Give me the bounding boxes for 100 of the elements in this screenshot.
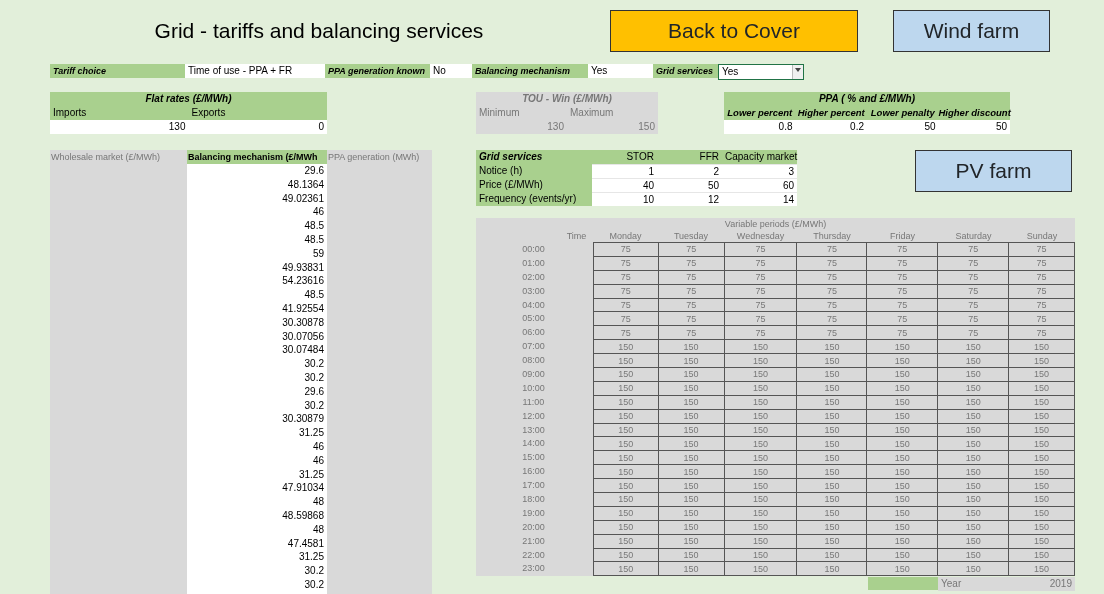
table-cell: 150 xyxy=(724,450,797,465)
row-label: 03:00 xyxy=(521,284,546,298)
nav-button[interactable]: Back to Cover xyxy=(610,10,858,52)
table-cell: 75 xyxy=(724,311,797,326)
table-cell-text: 50 xyxy=(923,120,937,134)
table-cell: 150 xyxy=(866,520,938,535)
table-cell: 150 xyxy=(1008,548,1075,562)
column-header: Wednesday xyxy=(735,230,786,242)
row-label: 04:00 xyxy=(521,298,546,312)
setting-value[interactable]: Time of use - PPA + FR xyxy=(185,64,325,78)
table-cell-text: 50 xyxy=(994,120,1008,134)
table-cell-text: 29.6 xyxy=(303,384,325,399)
table-cell: 150 xyxy=(796,506,867,521)
table-cell: 150 xyxy=(796,353,867,368)
table-cell: 150 xyxy=(796,409,867,424)
table-cell: 75 xyxy=(658,298,725,312)
table-cell: 75 xyxy=(796,284,867,299)
dropdown-field[interactable]: Yes xyxy=(718,64,804,80)
table-cell: 75 xyxy=(796,270,867,285)
row-label: 02:00 xyxy=(521,270,546,284)
table-cell: 14 xyxy=(722,192,797,206)
table-cell: 150 xyxy=(658,339,725,354)
table-title: Variable periods (£/MWh) xyxy=(723,218,828,230)
table-cell-text: 59 xyxy=(311,246,325,261)
table-cell: 150 xyxy=(937,423,1009,437)
table-cell: 150 xyxy=(866,464,938,479)
table-cell: 75 xyxy=(866,242,938,257)
table-cell: 150 xyxy=(1008,492,1075,507)
table-cell: 150 xyxy=(593,423,659,437)
table-cell: 150 xyxy=(796,492,867,507)
table-cell: 150 xyxy=(593,562,659,576)
table-cell: 75 xyxy=(724,242,797,257)
table-cell: 150 xyxy=(593,395,659,410)
table-cell: 150 xyxy=(937,478,1009,493)
table-cell: 150 xyxy=(796,464,867,479)
table-cell-text: 30.07484 xyxy=(281,343,325,358)
column-header: Imports xyxy=(52,106,88,120)
column-header: Saturday xyxy=(954,230,993,242)
table-cell: 150 xyxy=(724,339,797,354)
row-label: 07:00 xyxy=(521,340,546,354)
table-cell-text: 31.25 xyxy=(297,467,325,482)
table-cell: 75 xyxy=(937,311,1009,326)
table-cell: 150 xyxy=(796,450,867,465)
column-header: Maximum xyxy=(569,106,615,120)
table-cell: 150 xyxy=(658,506,725,521)
table-cell: 75 xyxy=(724,298,797,312)
table-cell-text: 130 xyxy=(546,120,565,134)
table-cell: 150 xyxy=(937,464,1009,479)
row-label: 12:00 xyxy=(521,409,546,423)
table-cell: 150 xyxy=(724,464,797,479)
table-cell-text: 47.91034 xyxy=(281,481,325,496)
table-cell: 150 xyxy=(796,381,867,396)
table-cell: 150 xyxy=(724,353,797,368)
table-cell-text: 30.2 xyxy=(303,577,325,592)
table-cell: 150 xyxy=(866,506,938,521)
table-cell: 150 xyxy=(658,520,725,535)
row-label: Price (£/MWh) xyxy=(476,178,592,192)
year-label: Year xyxy=(940,577,963,592)
table-cell: 150 xyxy=(658,562,725,576)
table-cell-text: 49.93831 xyxy=(281,260,325,275)
table-cell: 150 xyxy=(937,534,1009,549)
column-header: Thursday xyxy=(812,230,852,242)
table-cell: 150 xyxy=(866,395,938,410)
table-cell: 150 xyxy=(866,381,938,396)
column-header: Higher discount xyxy=(938,106,1010,120)
table-cell: 150 xyxy=(658,436,725,451)
table-cell-text: 30.30878 xyxy=(281,315,325,330)
table-cell: 150 xyxy=(1008,534,1075,549)
setting-value[interactable]: No xyxy=(430,64,472,78)
table-cell: 75 xyxy=(1008,298,1075,312)
page-title: Grid - tariffs and balancing services xyxy=(153,18,485,45)
row-label: 23:00 xyxy=(521,562,546,576)
table-cell: 150 xyxy=(1008,381,1075,396)
table-cell: 75 xyxy=(658,242,725,257)
table-cell: 150 xyxy=(1008,395,1075,410)
row-label: 15:00 xyxy=(521,451,546,465)
table-cell: 75 xyxy=(1008,284,1075,299)
table-cell: 150 xyxy=(593,339,659,354)
column-header: Sunday xyxy=(1025,230,1059,242)
row-label: 13:00 xyxy=(521,423,546,437)
table-cell-text: 30.30879 xyxy=(281,412,325,427)
nav-button[interactable]: Wind farm xyxy=(893,10,1050,52)
table-cell: 150 xyxy=(593,534,659,549)
table-cell: 150 xyxy=(724,436,797,451)
table-cell: 75 xyxy=(724,270,797,285)
table-cell: 150 xyxy=(796,478,867,493)
table-cell: 150 xyxy=(593,506,659,521)
row-label: 10:00 xyxy=(521,381,546,395)
table-cell: 150 xyxy=(593,520,659,535)
table-cell: 150 xyxy=(1008,409,1075,424)
setting-value[interactable]: Yes xyxy=(588,64,653,78)
table-cell: 150 xyxy=(866,423,938,437)
row-label: 22:00 xyxy=(521,548,546,562)
table-cell-text: 30.2 xyxy=(303,564,325,578)
table-cell-text: 48 xyxy=(311,522,325,537)
table-cell: 150 xyxy=(658,395,725,410)
table-cell: 150 xyxy=(866,353,938,368)
pv-farm-button[interactable]: PV farm xyxy=(915,150,1072,192)
table-cell: 150 xyxy=(937,548,1009,562)
table-cell: 75 xyxy=(593,311,659,326)
